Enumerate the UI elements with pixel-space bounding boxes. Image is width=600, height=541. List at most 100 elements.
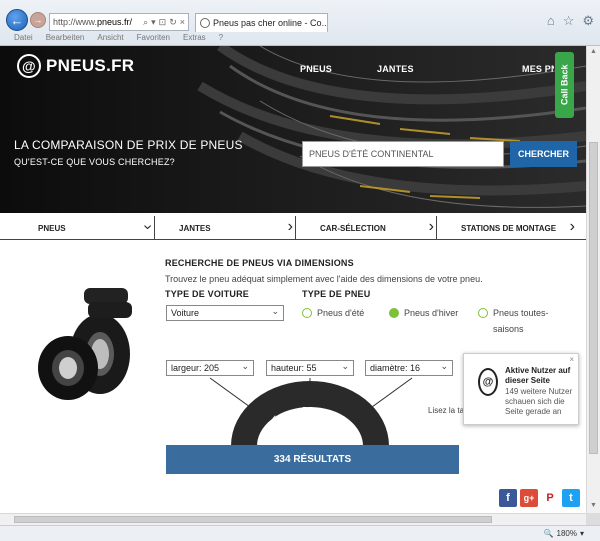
google-plus-icon: g+	[523, 493, 535, 503]
horizontal-scrollbar[interactable]	[0, 513, 586, 525]
results-button[interactable]: 334 RÉSULTATS	[166, 445, 459, 474]
menu-item-ansicht[interactable]: Ansicht	[97, 33, 123, 46]
popup-title: Aktive Nutzer auf dieser Seite	[505, 366, 571, 385]
tire-mark-height: 55	[302, 406, 314, 417]
menu-item-bearbeiten[interactable]: Bearbeiten	[46, 33, 85, 46]
dropdown-icon[interactable]: ▾	[151, 17, 156, 28]
menu-item-help[interactable]: ?	[219, 33, 223, 46]
vehicle-type-label: TYPE DE VOITURE	[165, 289, 250, 299]
site-logo[interactable]: @ PNEUS.FR	[17, 54, 134, 78]
tire-type-label: TYPE DE PNEU	[302, 289, 371, 299]
url-domain: pneus.fr/	[97, 17, 133, 27]
tire-stack-image	[38, 288, 132, 400]
hero-subtitle: QU'EST-CE QUE VOUS CHERCHEZ?	[14, 157, 175, 167]
radio-all-season-dot[interactable]	[478, 308, 488, 318]
chrome-toolbar-icons: ⌂ ☆ ⚙	[547, 13, 594, 29]
radio-winter-dot[interactable]	[389, 308, 399, 318]
diameter-value: diamètre: 16	[370, 363, 421, 373]
chevron-down-icon: ▾	[579, 529, 584, 538]
popup-close-icon[interactable]: ×	[569, 355, 574, 364]
diameter-select[interactable]: diamètre: 16 ⌄	[365, 360, 453, 376]
width-select[interactable]: largeur: 205 ⌄	[166, 360, 254, 376]
popup-body: 149 weitere Nutzer schauen sich die Seit…	[505, 387, 573, 416]
read-tire-size-link[interactable]: Lisez la ta	[428, 406, 464, 415]
browser-chrome: ← → http://www.pneus.fr/ ⌕ ▾ ⊡ ↻ × Pneus…	[0, 0, 600, 46]
callback-button[interactable]: Call Back	[555, 52, 574, 118]
nav-mes-pneus[interactable]: MES PNEUS	[522, 64, 554, 74]
tab-jantes[interactable]: JANTES ›	[154, 216, 296, 240]
tab-car-selection[interactable]: CAR-SÉLECTION ›	[296, 216, 437, 240]
favicon-icon	[200, 18, 210, 28]
search-icon[interactable]: ⌕	[143, 17, 148, 28]
google-plus-button[interactable]: g+	[520, 489, 538, 507]
chevron-down-icon: ⌄	[271, 306, 279, 316]
tab-stations-montage[interactable]: STATIONS DE MONTAGE ›	[437, 216, 577, 240]
pinterest-icon: P	[546, 492, 554, 504]
category-tabs: PNEUS › JANTES › CAR-SÉLECTION › STATION…	[0, 216, 586, 240]
callback-label: Call Back	[559, 64, 570, 106]
radio-summer-dot[interactable]	[302, 308, 312, 318]
arrow-right-icon: →	[33, 15, 43, 25]
refresh-icon[interactable]: ↻	[169, 17, 177, 28]
facebook-icon: f	[506, 492, 510, 504]
tab-pneus[interactable]: PNEUS ›	[0, 216, 156, 240]
chevron-down-icon: ⌄	[241, 361, 249, 371]
chevron-down-icon: ⌄	[440, 361, 448, 371]
star-icon[interactable]: ☆	[563, 13, 575, 29]
menu-item-extras[interactable]: Extras	[183, 33, 206, 46]
menu-bar: Datei Bearbeiten Ansicht Favoriten Extra…	[0, 33, 600, 46]
radio-all-season-label: Pneus toutes-saisons	[493, 308, 549, 334]
menu-item-datei[interactable]: Datei	[14, 33, 33, 46]
tab-car-selection-label: CAR-SÉLECTION	[320, 223, 386, 233]
radio-summer-label: Pneus d'été	[317, 308, 365, 318]
scroll-up-icon[interactable]: ▲	[590, 48, 597, 55]
horizontal-scrollbar-thumb[interactable]	[14, 516, 492, 523]
address-text[interactable]: http://www.pneus.fr/	[53, 17, 143, 27]
vertical-scrollbar[interactable]: ▲ ▼	[586, 46, 600, 513]
active-users-popup: × @ Aktive Nutzer auf dieser Seite 149 w…	[463, 353, 579, 425]
back-button[interactable]: ←	[6, 9, 28, 31]
chevron-right-icon: ›	[569, 218, 575, 235]
tab-stations-label: STATIONS DE MONTAGE	[461, 223, 557, 233]
popup-logo-icon: @	[478, 368, 498, 396]
zoom-level: 180%	[556, 529, 577, 538]
gear-icon[interactable]: ⚙	[582, 13, 594, 29]
scroll-down-icon[interactable]: ▼	[590, 502, 597, 509]
twitter-button[interactable]: t	[562, 489, 580, 507]
scrollbar-thumb[interactable]	[589, 142, 598, 454]
chevron-right-icon: ›	[287, 218, 293, 235]
browser-tab[interactable]: Pneus pas cher online - Co... ×	[195, 13, 328, 32]
hero-banner: @ PNEUS.FR PNEUS JANTES MES PNEUS Call B…	[0, 46, 586, 213]
height-select[interactable]: hauteur: 55 ⌄	[266, 360, 354, 376]
pinterest-button[interactable]: P	[541, 489, 559, 507]
twitter-icon: t	[569, 492, 573, 504]
home-icon[interactable]: ⌂	[547, 13, 555, 29]
arrow-left-icon: ←	[10, 12, 24, 28]
search-input[interactable]	[302, 141, 504, 167]
status-bar: 🔍 180% ▾	[0, 525, 600, 541]
hero-title: LA COMPARAISON DE PRIX DE PNEUS	[14, 138, 243, 152]
tab-title: Pneus pas cher online - Co...	[213, 18, 328, 28]
logo-text: PNEUS.FR	[46, 56, 135, 75]
chevron-right-icon: ›	[428, 218, 434, 235]
zoom-control[interactable]: 🔍 180% ▾	[544, 529, 584, 538]
address-bar[interactable]: http://www.pneus.fr/ ⌕ ▾ ⊡ ↻ ×	[49, 13, 189, 31]
lock-icon: ⊡	[158, 16, 167, 27]
dimension-search-description: Trouvez le pneu adéquat simplement avec …	[165, 274, 483, 284]
radio-winter-label: Pneus d'hiver	[404, 308, 459, 318]
url-prefix: http://www.	[53, 17, 98, 27]
forward-button[interactable]: →	[30, 12, 46, 28]
nav-pneus[interactable]: PNEUS	[300, 64, 332, 74]
nav-jantes[interactable]: JANTES	[377, 64, 414, 74]
facebook-button[interactable]: f	[499, 489, 517, 507]
tab-pneus-label: PNEUS	[38, 223, 66, 233]
search-button[interactable]: CHERCHER	[510, 141, 577, 167]
close-icon[interactable]: ×	[180, 17, 185, 27]
vehicle-type-select[interactable]: Voiture ⌄	[166, 305, 284, 321]
radio-all-season[interactable]: Pneus toutes-saisons	[478, 308, 568, 337]
radio-winter[interactable]: Pneus d'hiver	[389, 308, 458, 318]
zoom-icon: 🔍	[543, 529, 554, 538]
radio-summer[interactable]: Pneus d'été	[302, 308, 364, 318]
menu-item-favoriten[interactable]: Favoriten	[137, 33, 170, 46]
tab-jantes-label: JANTES	[179, 223, 211, 233]
